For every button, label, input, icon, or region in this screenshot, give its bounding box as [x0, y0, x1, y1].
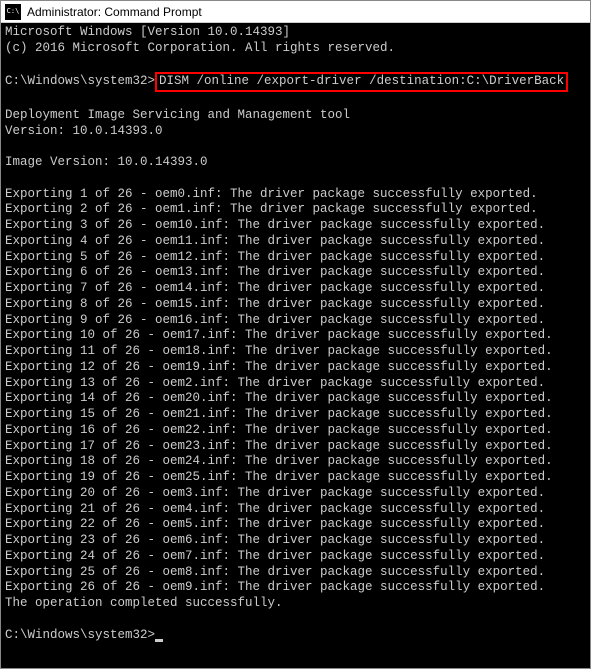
prompt-path: C:\Windows\system32>: [5, 74, 155, 88]
header-line-2: (c) 2016 Microsoft Corporation. All righ…: [5, 41, 586, 57]
image-version: Image Version: 10.0.14393.0: [5, 155, 586, 171]
export-line: Exporting 3 of 26 - oem10.inf: The drive…: [5, 218, 586, 234]
prompt-line-2: C:\Windows\system32>: [5, 628, 586, 644]
export-line: Exporting 17 of 26 - oem23.inf: The driv…: [5, 439, 586, 455]
blank-line: [5, 139, 586, 155]
export-line: Exporting 24 of 26 - oem7.inf: The drive…: [5, 549, 586, 565]
window-title: Administrator: Command Prompt: [27, 5, 202, 19]
cmd-icon: [5, 4, 21, 20]
export-line: Exporting 20 of 26 - oem3.inf: The drive…: [5, 486, 586, 502]
blank-line: [5, 612, 586, 628]
tool-line-2: Version: 10.0.14393.0: [5, 124, 586, 140]
blank-line: [5, 92, 586, 108]
export-line: Exporting 1 of 26 - oem0.inf: The driver…: [5, 187, 586, 203]
export-line: Exporting 4 of 26 - oem11.inf: The drive…: [5, 234, 586, 250]
export-line: Exporting 18 of 26 - oem24.inf: The driv…: [5, 454, 586, 470]
export-line: Exporting 25 of 26 - oem8.inf: The drive…: [5, 565, 586, 581]
export-line: Exporting 23 of 26 - oem6.inf: The drive…: [5, 533, 586, 549]
export-line: Exporting 15 of 26 - oem21.inf: The driv…: [5, 407, 586, 423]
export-line: Exporting 14 of 26 - oem20.inf: The driv…: [5, 391, 586, 407]
export-line: Exporting 2 of 26 - oem1.inf: The driver…: [5, 202, 586, 218]
export-lines: Exporting 1 of 26 - oem0.inf: The driver…: [5, 187, 586, 597]
export-line: Exporting 26 of 26 - oem9.inf: The drive…: [5, 580, 586, 596]
export-line: Exporting 9 of 26 - oem16.inf: The drive…: [5, 313, 586, 329]
export-line: Exporting 7 of 26 - oem14.inf: The drive…: [5, 281, 586, 297]
titlebar[interactable]: Administrator: Command Prompt: [1, 1, 590, 23]
highlighted-command: DISM /online /export-driver /destination…: [155, 72, 568, 92]
export-line: Exporting 6 of 26 - oem13.inf: The drive…: [5, 265, 586, 281]
terminal-output[interactable]: Microsoft Windows [Version 10.0.14393](c…: [1, 23, 590, 668]
export-line: Exporting 19 of 26 - oem25.inf: The driv…: [5, 470, 586, 486]
cursor: [155, 639, 163, 642]
header-line-1: Microsoft Windows [Version 10.0.14393]: [5, 25, 586, 41]
export-line: Exporting 21 of 26 - oem4.inf: The drive…: [5, 502, 586, 518]
export-line: Exporting 22 of 26 - oem5.inf: The drive…: [5, 517, 586, 533]
tool-line-1: Deployment Image Servicing and Managemen…: [5, 108, 586, 124]
prompt-line-1: C:\Windows\system32>DISM /online /export…: [5, 72, 586, 92]
blank-line: [5, 171, 586, 187]
export-line: Exporting 11 of 26 - oem18.inf: The driv…: [5, 344, 586, 360]
export-line: Exporting 10 of 26 - oem17.inf: The driv…: [5, 328, 586, 344]
command-prompt-window: Administrator: Command Prompt Microsoft …: [0, 0, 591, 669]
export-line: Exporting 12 of 26 - oem19.inf: The driv…: [5, 360, 586, 376]
export-line: Exporting 13 of 26 - oem2.inf: The drive…: [5, 376, 586, 392]
export-line: Exporting 16 of 26 - oem22.inf: The driv…: [5, 423, 586, 439]
export-line: Exporting 5 of 26 - oem12.inf: The drive…: [5, 250, 586, 266]
export-line: Exporting 8 of 26 - oem15.inf: The drive…: [5, 297, 586, 313]
prompt-path-2: C:\Windows\system32>: [5, 628, 155, 642]
completion-line: The operation completed successfully.: [5, 596, 586, 612]
blank-line: [5, 57, 586, 73]
